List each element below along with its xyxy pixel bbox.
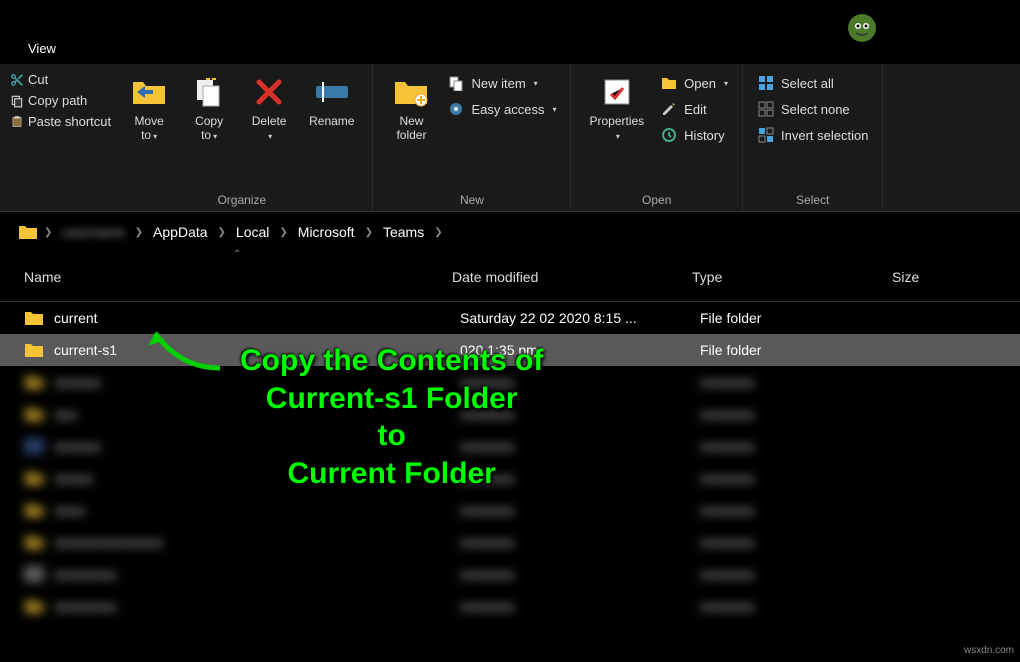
chevron-right-icon[interactable]: ❯ bbox=[44, 227, 52, 238]
folder-icon bbox=[24, 310, 44, 326]
select-all-button[interactable]: Select all bbox=[753, 72, 872, 94]
breadcrumb-local[interactable]: Local bbox=[232, 222, 273, 242]
new-folder-button[interactable]: New folder bbox=[383, 68, 439, 147]
delete-button[interactable]: Delete▾ bbox=[241, 68, 297, 147]
rename-icon bbox=[312, 72, 352, 112]
select-none-label: Select none bbox=[781, 102, 850, 117]
titlebar bbox=[0, 0, 1020, 32]
select-all-icon bbox=[757, 74, 775, 92]
folder-icon bbox=[24, 342, 44, 358]
breadcrumb-user[interactable]: username bbox=[58, 222, 128, 242]
file-row-blurred: aaaaaaaaaaaaaaaaaaaaaaaaaaaa bbox=[0, 526, 1020, 558]
move-to-button[interactable]: Move to▾ bbox=[121, 68, 177, 147]
history-icon bbox=[660, 126, 678, 144]
chevron-right-icon[interactable]: ❯ bbox=[135, 227, 143, 238]
rename-label: Rename bbox=[309, 114, 354, 128]
new-group-label: New bbox=[383, 191, 560, 209]
sort-indicator-icon: ⌃ bbox=[233, 249, 241, 260]
organize-group-label: Organize bbox=[121, 191, 362, 209]
column-name[interactable]: Name bbox=[0, 269, 440, 285]
copy-to-icon bbox=[189, 72, 229, 112]
paste-shortcut-label: Paste shortcut bbox=[28, 114, 111, 129]
file-row-blurred: aaaaaaaaaaaaaaaaaaaaaa bbox=[0, 590, 1020, 622]
column-size[interactable]: Size bbox=[880, 269, 1020, 285]
copy-to-label: Copy to▾ bbox=[195, 114, 223, 143]
delete-icon bbox=[249, 72, 289, 112]
history-label: History bbox=[684, 128, 724, 143]
edit-icon bbox=[660, 100, 678, 118]
paste-shortcut-button[interactable]: Paste shortcut bbox=[10, 114, 111, 129]
copy-path-button[interactable]: Copy path bbox=[10, 93, 111, 108]
new-folder-label: New folder bbox=[396, 114, 426, 143]
properties-button[interactable]: Properties▾ bbox=[581, 68, 652, 147]
history-button[interactable]: History bbox=[656, 124, 732, 146]
file-row-current-s1[interactable]: current-s1 020 1:35 pm File folder bbox=[0, 334, 1020, 366]
file-row-blurred: aaaaaaaaaaaaaaaaaaa bbox=[0, 462, 1020, 494]
chevron-right-icon[interactable]: ❯ bbox=[434, 227, 442, 238]
new-item-button[interactable]: New item▾ bbox=[443, 72, 560, 94]
new-folder-icon bbox=[391, 72, 431, 112]
breadcrumb-teams[interactable]: Teams bbox=[379, 222, 428, 242]
chevron-right-icon[interactable]: ❯ bbox=[279, 227, 287, 238]
open-button[interactable]: Open▾ bbox=[656, 72, 732, 94]
file-row-blurred: aaaaaaaaaaaaaaaaaaaaaa bbox=[0, 558, 1020, 590]
select-none-icon bbox=[757, 100, 775, 118]
edit-button[interactable]: Edit bbox=[656, 98, 732, 120]
file-name: current-s1 bbox=[54, 342, 460, 358]
new-item-icon bbox=[447, 74, 465, 92]
select-all-label: Select all bbox=[781, 76, 834, 91]
file-list: current Saturday 22 02 2020 8:15 ... Fil… bbox=[0, 302, 1020, 652]
invert-icon bbox=[757, 126, 775, 144]
watermark: wsxdn.com bbox=[964, 645, 1014, 656]
file-row-blurred: aaaaaaaaaaaaaaaaaaaa bbox=[0, 430, 1020, 462]
breadcrumb-microsoft[interactable]: Microsoft bbox=[294, 222, 359, 242]
clipboard-group: Cut Copy path Paste shortcut bbox=[10, 68, 111, 133]
cut-button[interactable]: Cut bbox=[10, 72, 111, 87]
easy-access-button[interactable]: Easy access▾ bbox=[443, 98, 560, 120]
delete-label: Delete▾ bbox=[252, 114, 287, 143]
open-label: Open bbox=[684, 76, 716, 91]
rename-button[interactable]: Rename bbox=[301, 68, 362, 132]
tab-view[interactable]: View bbox=[20, 37, 64, 60]
column-type[interactable]: Type bbox=[680, 269, 880, 285]
open-group-label: Open bbox=[581, 191, 732, 209]
file-row-blurred: aaaaaaaaaaaaaaaaaaaa bbox=[0, 366, 1020, 398]
folder-icon bbox=[18, 224, 38, 240]
easy-access-label: Easy access bbox=[471, 102, 544, 117]
invert-label: Invert selection bbox=[781, 128, 868, 143]
easy-access-icon bbox=[447, 100, 465, 118]
properties-icon bbox=[597, 72, 637, 112]
select-group-label: Select bbox=[753, 191, 872, 209]
open-icon bbox=[660, 74, 678, 92]
breadcrumb[interactable]: ❯ username ❯ AppData ❯ Local ❯ Microsoft… bbox=[0, 212, 1020, 252]
move-to-label: Move to▾ bbox=[134, 114, 163, 143]
file-type: File folder bbox=[700, 342, 900, 358]
edit-label: Edit bbox=[684, 102, 706, 117]
new-item-label: New item bbox=[471, 76, 525, 91]
scissors-icon bbox=[10, 73, 24, 87]
file-row-current[interactable]: current Saturday 22 02 2020 8:15 ... Fil… bbox=[0, 302, 1020, 334]
file-type: File folder bbox=[700, 310, 900, 326]
column-date[interactable]: Date modified bbox=[440, 269, 680, 285]
breadcrumb-appdata[interactable]: AppData bbox=[149, 222, 211, 242]
move-to-icon bbox=[129, 72, 169, 112]
copy-to-button[interactable]: Copy to▾ bbox=[181, 68, 237, 147]
ribbon: Cut Copy path Paste shortcut Move to▾ bbox=[0, 64, 1020, 212]
mascot-logo bbox=[844, 10, 880, 51]
cut-label: Cut bbox=[28, 72, 48, 87]
file-name: current bbox=[54, 310, 460, 326]
select-none-button[interactable]: Select none bbox=[753, 98, 872, 120]
invert-selection-button[interactable]: Invert selection bbox=[753, 124, 872, 146]
file-row-blurred: aaaaaaaaaaaaaaaaa bbox=[0, 398, 1020, 430]
properties-label: Properties▾ bbox=[589, 114, 644, 143]
chevron-right-icon[interactable]: ❯ bbox=[365, 227, 373, 238]
file-row-blurred: aaaaaaaaaaaaaaaaaa bbox=[0, 494, 1020, 526]
chevron-right-icon[interactable]: ❯ bbox=[218, 227, 226, 238]
copy-path-icon bbox=[10, 94, 24, 108]
paste-shortcut-icon bbox=[10, 115, 24, 129]
copy-path-label: Copy path bbox=[28, 93, 87, 108]
file-date: 020 1:35 pm bbox=[460, 342, 700, 358]
file-date: Saturday 22 02 2020 8:15 ... bbox=[460, 310, 700, 326]
column-headers: ⌃ Name Date modified Type Size bbox=[0, 252, 1020, 302]
